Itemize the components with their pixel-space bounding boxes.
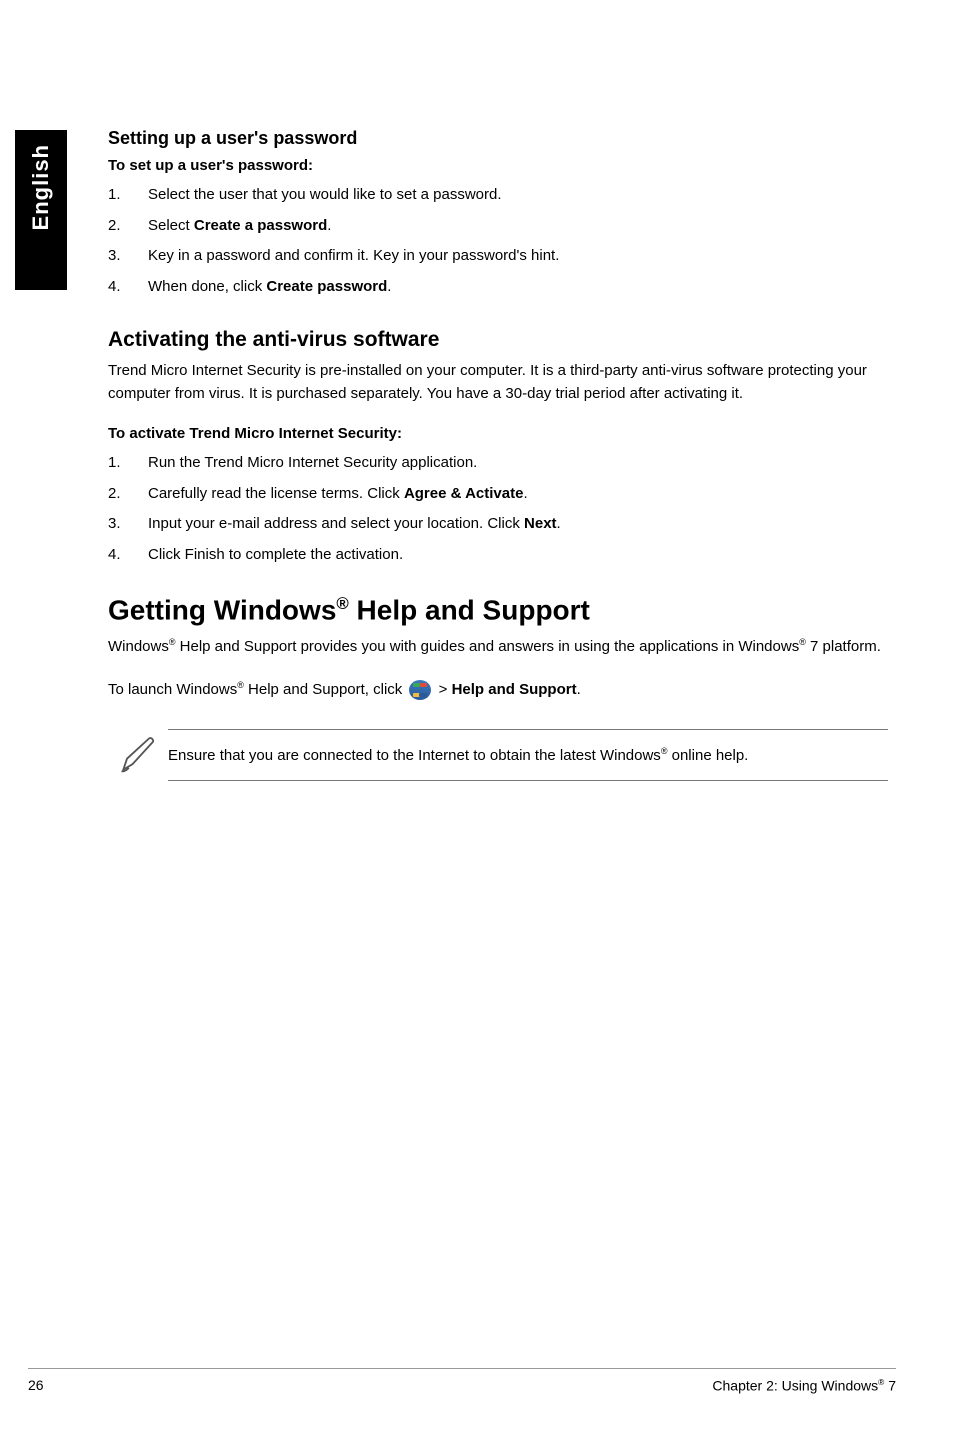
list-item: 1. Select the user that you would like t… (108, 184, 888, 207)
list-item: 4. Click Finish to complete the activati… (108, 544, 888, 567)
step-text: Key in a password and confirm it. Key in… (148, 245, 888, 268)
note-row: Ensure that you are connected to the Int… (108, 729, 888, 781)
section3-launch: To launch Windows® Help and Support, cli… (108, 679, 888, 702)
section3-para: Windows® Help and Support provides you w… (108, 636, 888, 659)
step-number: 3. (108, 513, 148, 536)
section2-steps: 1. Run the Trend Micro Internet Security… (108, 452, 888, 566)
note-text: Ensure that you are connected to the Int… (168, 729, 888, 781)
chapter-label: Chapter 2: Using Windows® 7 (712, 1377, 896, 1394)
step-text: Run the Trend Micro Internet Security ap… (148, 452, 888, 475)
section2-para: Trend Micro Internet Security is pre-ins… (108, 360, 888, 405)
step-number: 4. (108, 544, 148, 567)
section1-heading: Setting up a user's password (108, 128, 888, 149)
list-item: 4. When done, click Create password. (108, 276, 888, 299)
language-tab: English (15, 130, 67, 290)
list-item: 3. Input your e-mail address and select … (108, 513, 888, 536)
step-number: 2. (108, 215, 148, 238)
section1-subheading: To set up a user's password: (108, 157, 888, 174)
section1-steps: 1. Select the user that you would like t… (108, 184, 888, 298)
step-text: Select Create a password. (148, 215, 888, 238)
step-number: 3. (108, 245, 148, 268)
windows-start-icon (409, 680, 431, 700)
pen-icon (108, 733, 168, 777)
step-text: Carefully read the license terms. Click … (148, 483, 888, 506)
list-item: 1. Run the Trend Micro Internet Security… (108, 452, 888, 475)
section2-subheading: To activate Trend Micro Internet Securit… (108, 425, 888, 442)
list-item: 3. Key in a password and confirm it. Key… (108, 245, 888, 268)
step-text: Input your e-mail address and select you… (148, 513, 888, 536)
list-item: 2. Carefully read the license terms. Cli… (108, 483, 888, 506)
language-label: English (28, 144, 54, 230)
list-item: 2. Select Create a password. (108, 215, 888, 238)
step-text: Select the user that you would like to s… (148, 184, 888, 207)
step-text: Click Finish to complete the activation. (148, 544, 888, 567)
step-number: 4. (108, 276, 148, 299)
section3-heading: Getting Windows® Help and Support (108, 594, 888, 626)
step-number: 2. (108, 483, 148, 506)
step-text: When done, click Create password. (148, 276, 888, 299)
page-footer: 26 Chapter 2: Using Windows® 7 (28, 1368, 896, 1394)
step-number: 1. (108, 184, 148, 207)
page-number: 26 (28, 1377, 44, 1394)
section2-heading: Activating the anti-virus software (108, 328, 888, 352)
main-content: Setting up a user's password To set up a… (108, 128, 888, 781)
step-number: 1. (108, 452, 148, 475)
